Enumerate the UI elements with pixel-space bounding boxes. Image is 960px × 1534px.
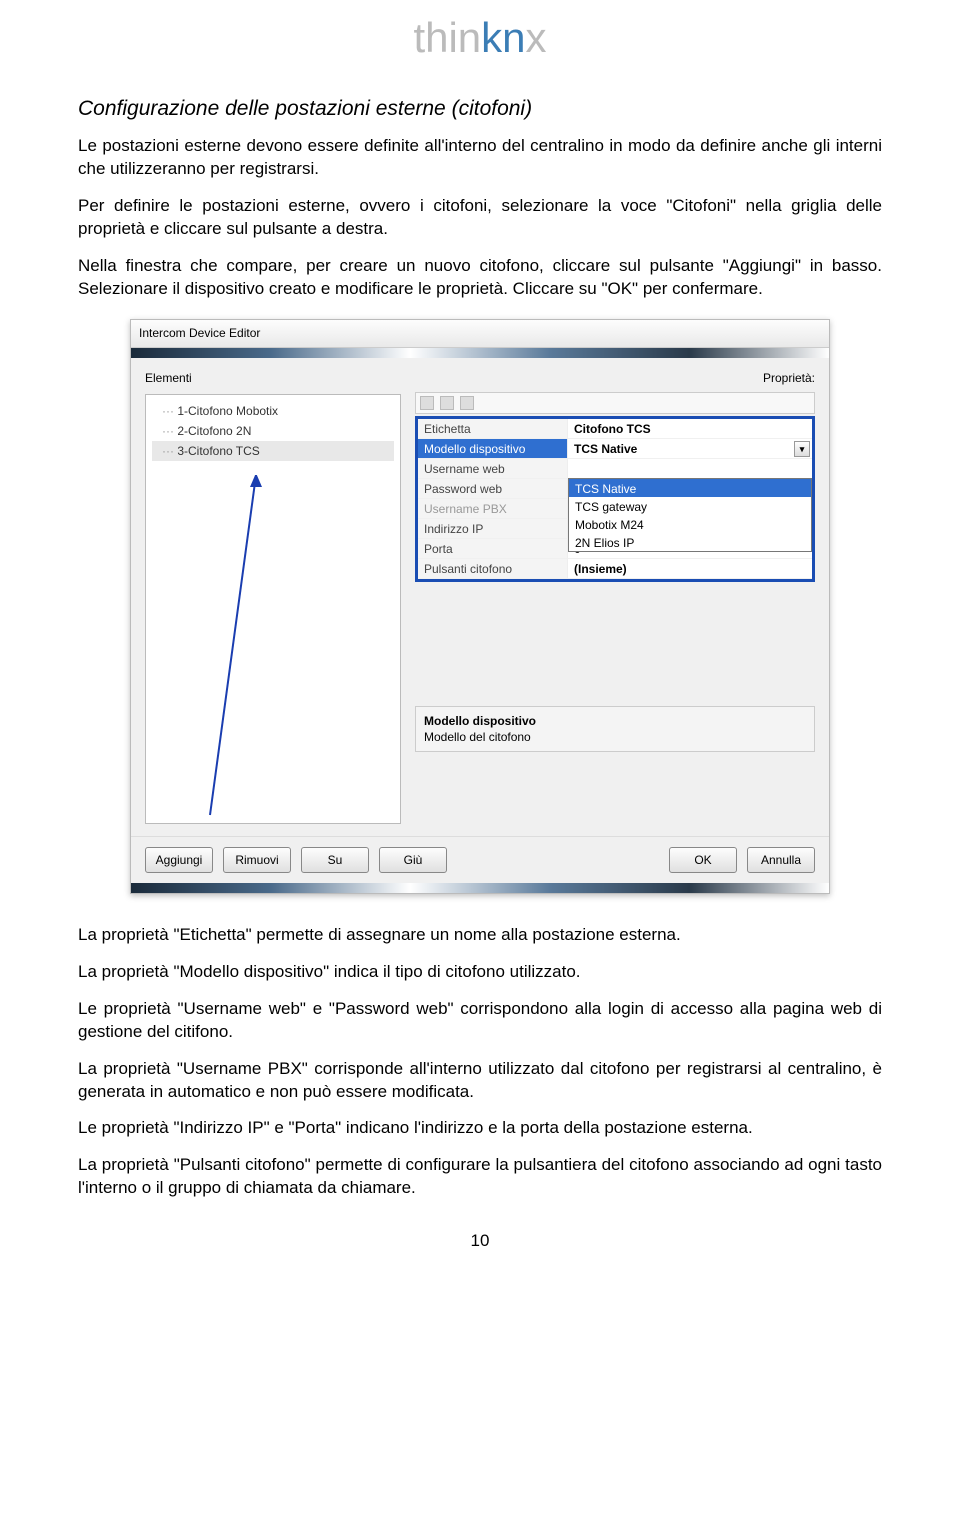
dropdown-option-selected[interactable]: TCS Native bbox=[569, 479, 811, 497]
logo-part3: x bbox=[526, 14, 547, 61]
elements-tree[interactable]: 1-Citofono Mobotix 2-Citofono 2N 3-Citof… bbox=[145, 394, 401, 824]
dropdown-list[interactable]: TCS Native TCS gateway Mobotix M24 2N El… bbox=[568, 478, 812, 552]
tree-item[interactable]: 1-Citofono Mobotix bbox=[152, 401, 394, 421]
property-row[interactable]: Pulsanti citofono (Insieme) bbox=[418, 559, 812, 579]
ok-button[interactable]: OK bbox=[669, 847, 737, 873]
paragraph: Per definire le postazioni esterne, ovve… bbox=[78, 195, 882, 241]
property-label: Porta bbox=[418, 539, 568, 559]
add-button[interactable]: Aggiungi bbox=[145, 847, 213, 873]
brand-logo: thinknx bbox=[78, 10, 882, 67]
decorative-bar bbox=[131, 883, 829, 893]
property-row[interactable]: Etichetta Citofono TCS bbox=[418, 419, 812, 439]
tree-item[interactable]: 2-Citofono 2N bbox=[152, 421, 394, 441]
section-title: Configurazione delle postazioni esterne … bbox=[78, 95, 882, 123]
property-label: Modello dispositivo bbox=[418, 439, 568, 459]
property-value-text: TCS Native bbox=[574, 442, 637, 456]
paragraph: La proprietà "Etichetta" permette di ass… bbox=[78, 924, 882, 947]
property-label: Etichetta bbox=[418, 419, 568, 439]
paragraph: Le proprietà "Indirizzo IP" e "Porta" in… bbox=[78, 1117, 882, 1140]
paragraph: La proprietà "Pulsanti citofono" permett… bbox=[78, 1154, 882, 1200]
move-down-button[interactable]: Giù bbox=[379, 847, 447, 873]
property-row[interactable]: Username web bbox=[418, 459, 812, 479]
logo-part2: kn bbox=[481, 14, 525, 61]
paragraph: La proprietà "Modello dispositivo" indic… bbox=[78, 961, 882, 984]
property-label: Indirizzo IP bbox=[418, 519, 568, 539]
paragraph: Le postazioni esterne devono essere defi… bbox=[78, 135, 882, 181]
tree-item-selected[interactable]: 3-Citofono TCS bbox=[152, 441, 394, 461]
sort-icon[interactable] bbox=[440, 396, 454, 410]
dropdown-option[interactable]: Mobotix M24 bbox=[569, 515, 811, 533]
dialog-screenshot: Intercom Device Editor Elementi 1-Citofo… bbox=[130, 319, 830, 894]
decorative-bar bbox=[131, 348, 829, 358]
logo-part1: thin bbox=[413, 14, 481, 61]
paragraph: Nella finestra che compare, per creare u… bbox=[78, 255, 882, 301]
property-value[interactable]: (Insieme) bbox=[568, 559, 812, 579]
dialog-titlebar: Intercom Device Editor bbox=[131, 320, 829, 348]
paragraph: La proprietà "Username PBX" corrisponde … bbox=[78, 1058, 882, 1104]
property-row-selected[interactable]: Modello dispositivo TCS Native ▾ bbox=[418, 439, 812, 459]
remove-button[interactable]: Rimuovi bbox=[223, 847, 291, 873]
elements-label: Elementi bbox=[145, 370, 401, 386]
property-label: Password web bbox=[418, 479, 568, 499]
property-value[interactable]: TCS Native ▾ bbox=[568, 439, 812, 459]
move-up-button[interactable]: Su bbox=[301, 847, 369, 873]
property-label: Username web bbox=[418, 459, 568, 479]
dialog-title: Intercom Device Editor bbox=[139, 325, 260, 341]
categorize-icon[interactable] bbox=[420, 396, 434, 410]
property-label-disabled: Username PBX bbox=[418, 499, 568, 519]
properties-toolbar bbox=[415, 392, 815, 414]
annotation-arrow bbox=[206, 475, 306, 855]
properties-label: Proprietà: bbox=[415, 370, 815, 386]
property-label: Pulsanti citofono bbox=[418, 559, 568, 579]
dropdown-option[interactable]: 2N Elios IP bbox=[569, 533, 811, 551]
property-description: Modello dispositivo Modello del citofono bbox=[415, 706, 815, 752]
page-icon[interactable] bbox=[460, 396, 474, 410]
cancel-button[interactable]: Annulla bbox=[747, 847, 815, 873]
dropdown-option[interactable]: TCS gateway bbox=[569, 497, 811, 515]
property-value[interactable]: Citofono TCS bbox=[568, 419, 812, 439]
paragraph: Le proprietà "Username web" e "Password … bbox=[78, 998, 882, 1044]
page-number: 10 bbox=[78, 1230, 882, 1253]
description-text: Modello del citofono bbox=[424, 729, 806, 745]
description-title: Modello dispositivo bbox=[424, 713, 806, 729]
dropdown-toggle-icon[interactable]: ▾ bbox=[794, 441, 810, 457]
property-value[interactable] bbox=[568, 459, 812, 479]
